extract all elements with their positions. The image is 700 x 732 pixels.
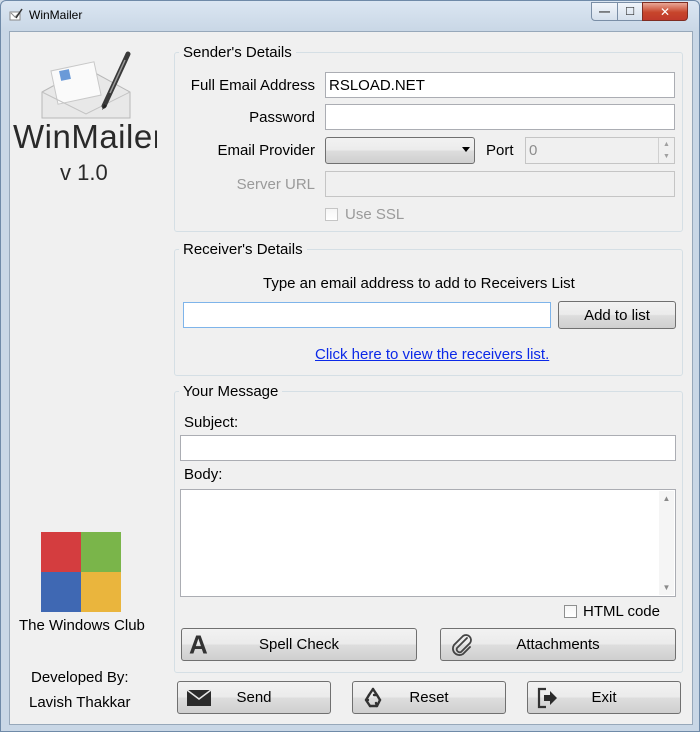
maximize-button[interactable]: ☐ [617,2,643,21]
reset-button[interactable]: Reset [352,681,506,714]
app-icon [9,8,23,21]
app-name: WinMailer [13,118,165,155]
app-window: WinMailer — ☐ ✕ WinMailer v 1.0 The Wind… [0,0,700,732]
mail-logo-icon [41,51,131,119]
close-icon: ✕ [659,4,671,19]
spell-check-button[interactable]: A Spell Check [181,628,417,661]
scroll-up-icon[interactable]: ▲ [659,491,674,506]
window-title: WinMailer [29,8,83,22]
stepper-up-icon[interactable]: ▲ [659,138,674,150]
server-url-label: Server URL [236,176,315,193]
message-legend: Your Message [183,383,279,400]
logo-tile-blue [41,572,81,612]
provider-dropdown[interactable] [325,137,475,164]
sender-legend: Sender's Details [183,44,292,61]
club-name: The Windows Club [19,617,145,634]
port-value: 0 [529,142,538,159]
sidebar: WinMailer v 1.0 The Windows Club Develop… [10,32,164,724]
password-field[interactable] [325,104,675,130]
provider-label: Email Provider [217,142,315,159]
body-label: Body: [184,466,223,483]
use-ssl-checkbox[interactable] [325,208,338,221]
minimize-button[interactable]: — [591,2,618,21]
attachments-label: Attachments [516,636,600,653]
stepper-buttons: ▲ ▼ [658,138,674,163]
email-field[interactable] [325,72,675,98]
main-panel: Sender's Details Full Email Address Pass… [157,32,692,724]
server-url-field[interactable] [325,171,675,197]
spell-check-label: Spell Check [258,636,340,653]
add-to-list-button[interactable]: Add to list [558,301,676,329]
subject-label: Subject: [184,414,239,431]
developer-label: Developed By: [31,669,129,686]
view-receivers-link[interactable]: Click here to view the receivers list. [315,346,549,363]
chevron-down-icon [462,147,470,152]
windows-club-logo [41,532,121,612]
title-bar[interactable]: WinMailer — ☐ ✕ [1,1,699,31]
stepper-down-icon[interactable]: ▼ [659,150,674,162]
body-textarea[interactable]: ▲ ▼ [180,489,676,597]
close-button[interactable]: ✕ [642,2,688,21]
app-version: v 1.0 [60,160,108,185]
email-label: Full Email Address [190,77,315,94]
html-code-checkbox[interactable] [564,605,577,618]
exit-button[interactable]: Exit [527,681,681,714]
logo-tile-yellow [81,572,121,612]
receiver-email-field[interactable] [183,302,551,328]
add-to-list-label: Add to list [584,306,650,324]
minimize-icon: — [599,5,610,18]
maximize-icon: ☐ [625,6,635,18]
client-area: WinMailer v 1.0 The Windows Club Develop… [9,31,693,725]
send-label: Send [236,689,272,706]
reset-label: Reset [409,689,449,706]
subject-field[interactable] [180,435,676,461]
port-stepper[interactable]: 0 ▲ ▼ [525,137,675,164]
port-label: Port [486,142,514,159]
receiver-prompt: Type an email address to add to Receiver… [263,275,575,292]
receiver-legend: Receiver's Details [183,241,303,258]
attachments-button[interactable]: Attachments [440,628,676,661]
password-label: Password [249,109,315,126]
logo-tile-green [81,532,121,572]
logo-tile-red [41,532,81,572]
scroll-down-icon[interactable]: ▼ [659,580,674,595]
use-ssl-label: Use SSL [345,206,405,223]
html-code-label: HTML code [583,603,660,620]
exit-label: Exit [591,689,617,706]
body-scrollbar[interactable]: ▲ ▼ [659,491,674,595]
send-button[interactable]: Send [177,681,331,714]
developer-name: Lavish Thakkar [29,694,131,711]
